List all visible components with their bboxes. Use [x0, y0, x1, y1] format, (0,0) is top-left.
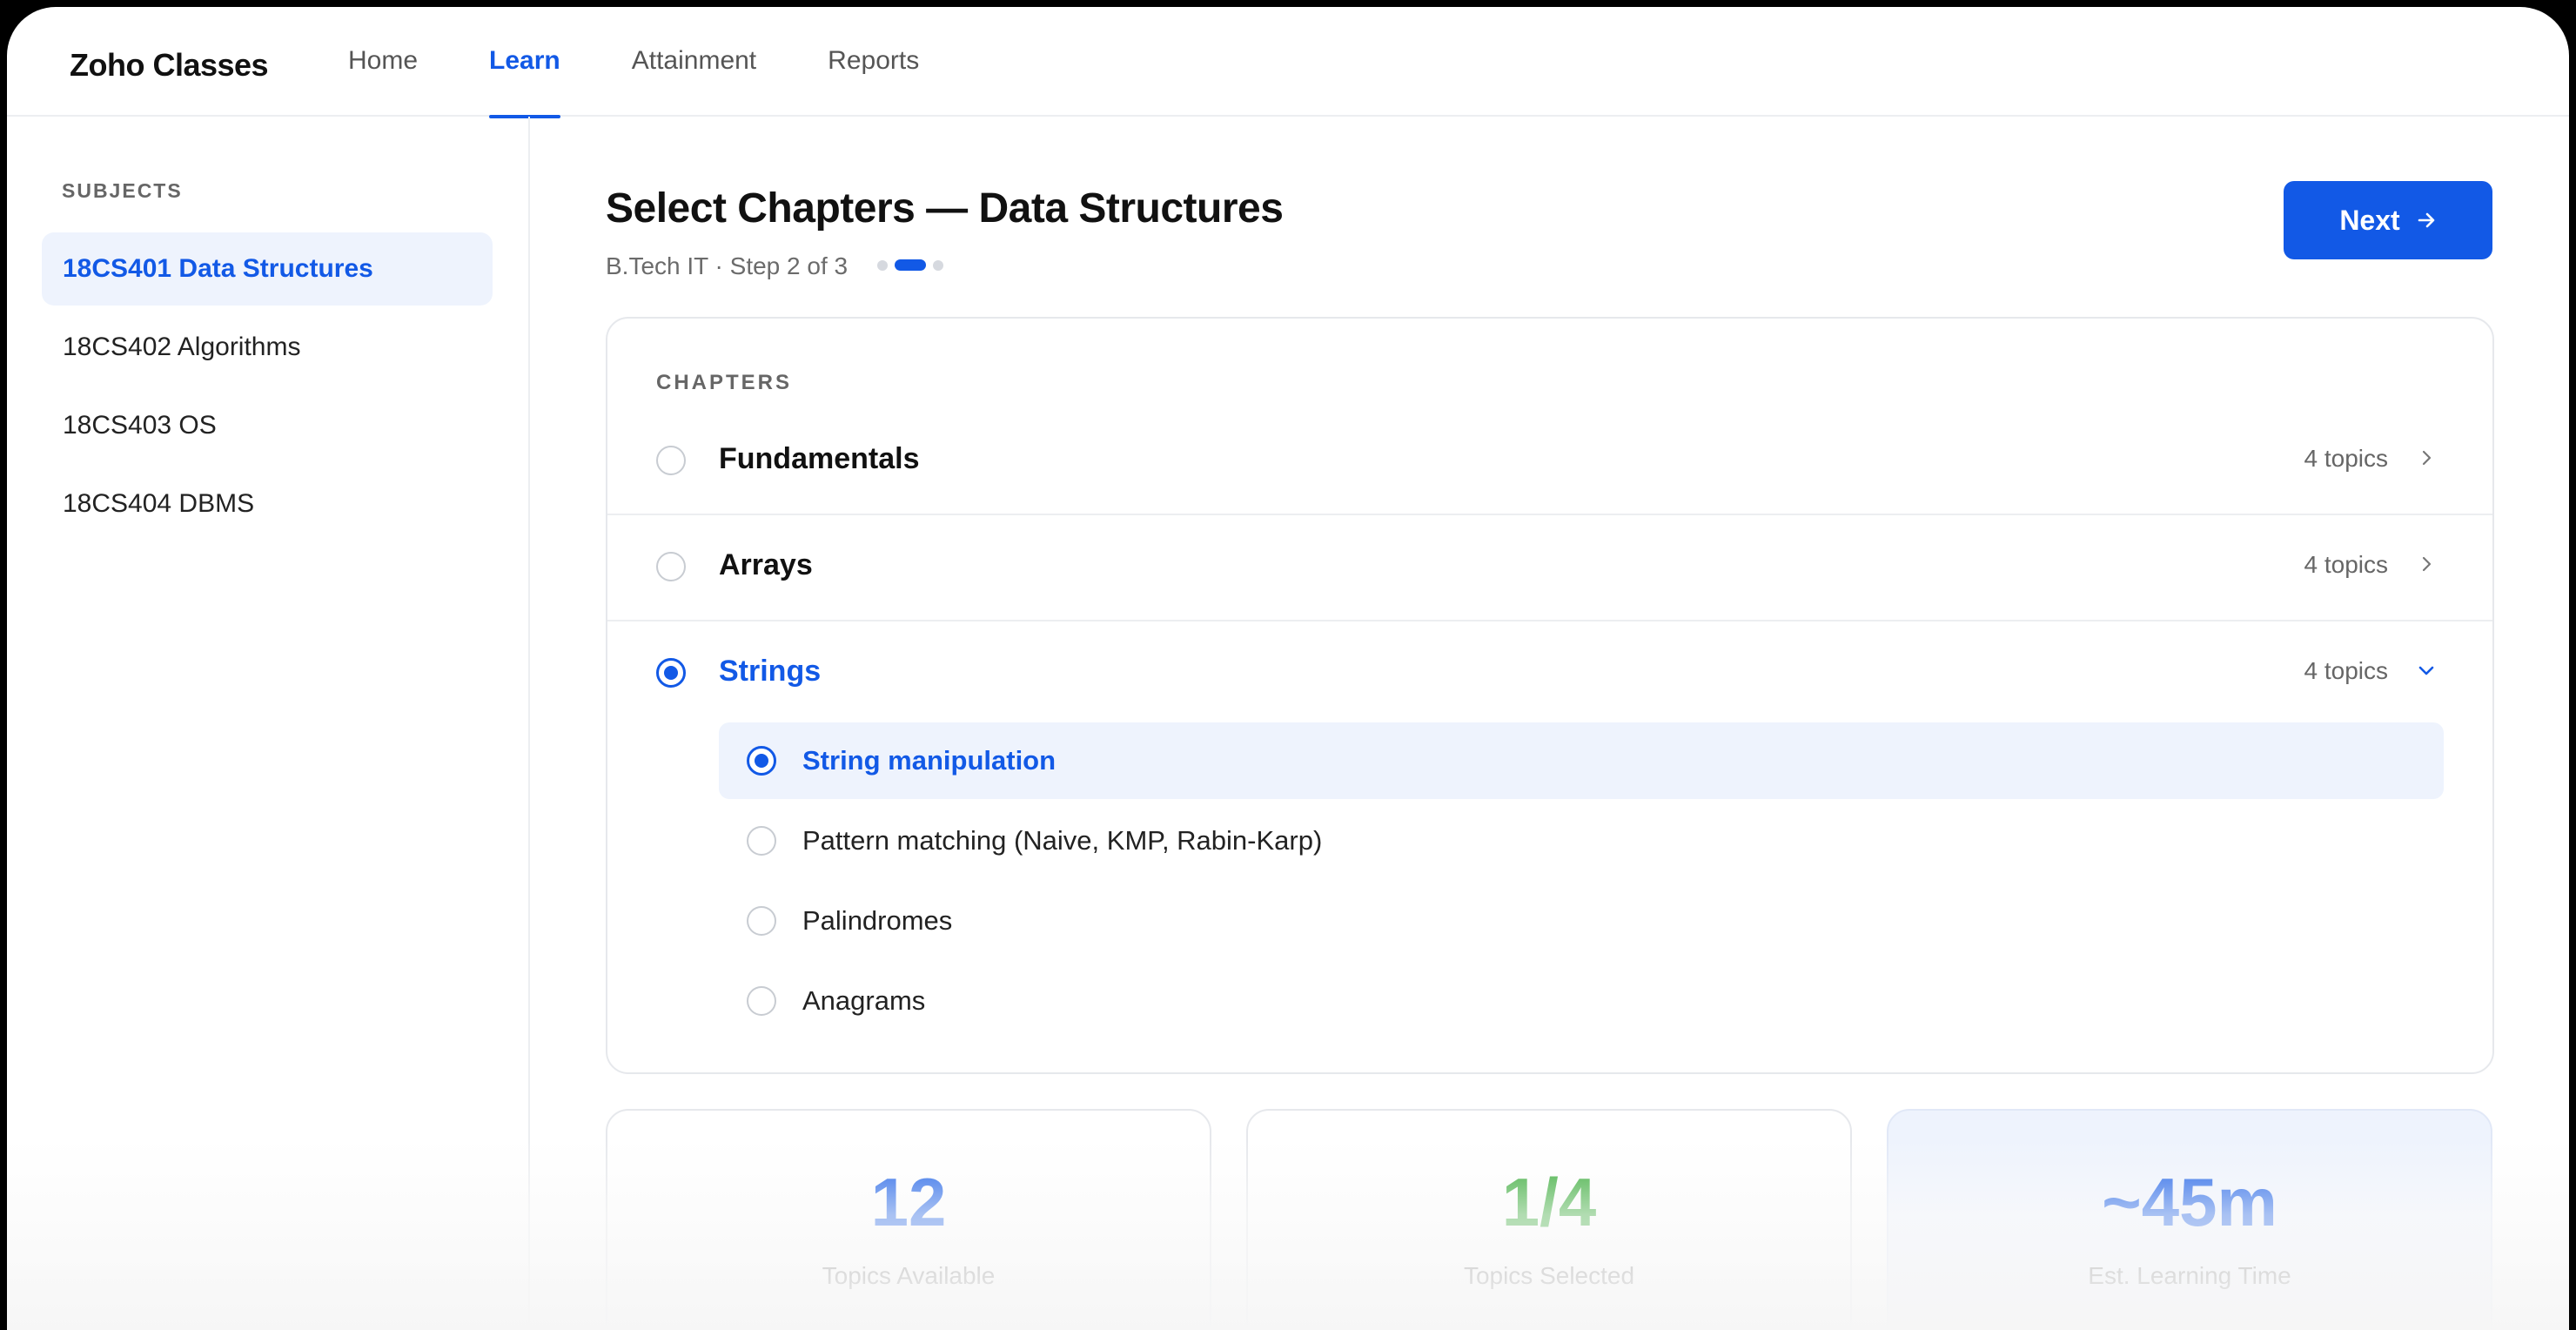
next-button-label: Next — [2339, 204, 2400, 236]
topic-row-palindromes[interactable]: Palindromes — [719, 883, 2444, 959]
topic-radio-selected[interactable] — [747, 746, 776, 776]
subjects-sidebar: SUBJECTS 18CS401 Data Structures 18CS402… — [7, 117, 530, 1330]
arrow-right-icon — [2418, 212, 2434, 228]
stat-label: Est. Learning Time — [2088, 1262, 2291, 1289]
topic-radio[interactable] — [747, 826, 776, 856]
stat-value: 12 — [870, 1164, 947, 1240]
nav-home[interactable]: Home — [348, 7, 418, 117]
topic-label: Palindromes — [802, 905, 953, 936]
nav-learn[interactable]: Learn — [489, 7, 560, 118]
chapter-row-strings[interactable]: Strings 4 topics — [607, 620, 2492, 726]
chapters-heading: CHAPTERS — [656, 371, 793, 394]
stat-card-topics-available: 12 Topics Available — [606, 1109, 1211, 1330]
chapter-row-arrays[interactable]: Arrays 4 topics — [607, 514, 2492, 621]
app-window: Zoho Classes Home Learn Attainment Repor… — [7, 7, 2569, 1330]
sidebar-item-data-structures[interactable]: 18CS401 Data Structures — [42, 232, 493, 306]
chevron-right-icon[interactable] — [2416, 554, 2437, 574]
chapter-label: Fundamentals — [719, 442, 920, 475]
chapter-topic-count: 4 topics — [2304, 657, 2389, 684]
chapter-radio[interactable] — [656, 552, 686, 581]
topic-radio[interactable] — [747, 906, 776, 936]
topic-row-string-manipulation[interactable]: String manipulation — [719, 722, 2444, 799]
page-subtitle: B.Tech IT · Step 2 of 3 — [606, 252, 849, 279]
topic-radio[interactable] — [747, 986, 776, 1016]
nav-links: Home Learn Attainment Reports — [348, 7, 990, 118]
stat-card-learning-time: ~45m Est. Learning Time — [1887, 1109, 2492, 1330]
top-nav: Zoho Classes Home Learn Attainment Repor… — [7, 7, 2569, 118]
stat-card-topics-selected: 1/4 Topics Selected — [1246, 1109, 1852, 1330]
step-dot-1 — [877, 260, 888, 271]
chapter-topic-count: 4 topics — [2304, 551, 2389, 578]
stat-value: ~45m — [2102, 1164, 2277, 1240]
chapter-row-fundamentals[interactable]: Fundamentals 4 topics — [607, 407, 2492, 515]
chevron-down-icon[interactable] — [2416, 660, 2437, 681]
chapters-card: CHAPTERS Fundamentals 4 topics Arrays 4 … — [606, 317, 2494, 1074]
chevron-right-icon[interactable] — [2416, 447, 2437, 468]
page-title: Select Chapters — Data Structures — [606, 185, 1284, 232]
sidebar-item-dbms[interactable]: 18CS404 DBMS — [42, 467, 493, 541]
topic-label: String manipulation — [802, 745, 1057, 776]
step-dot-2-active — [895, 259, 926, 271]
chapter-label: Strings — [719, 655, 822, 688]
chapter-topic-count: 4 topics — [2304, 445, 2389, 472]
topic-label: Anagrams — [802, 985, 926, 1016]
sidebar-heading: SUBJECTS — [62, 179, 183, 202]
stat-label: Topics Selected — [1463, 1262, 1635, 1289]
sidebar-item-algorithms[interactable]: 18CS402 Algorithms — [42, 311, 493, 384]
chapter-label: Arrays — [719, 548, 813, 581]
sidebar-item-os[interactable]: 18CS403 OS — [42, 389, 493, 462]
chapter-radio[interactable] — [656, 446, 686, 475]
next-button[interactable]: Next — [2284, 181, 2492, 259]
topic-label: Pattern matching (Naive, KMP, Rabin-Karp… — [802, 825, 1323, 856]
chapter-radio-selected[interactable] — [656, 658, 686, 688]
step-dot-3 — [933, 260, 943, 271]
stat-value: 1/4 — [1501, 1164, 1597, 1240]
nav-attainment[interactable]: Attainment — [632, 7, 756, 117]
nav-reports[interactable]: Reports — [828, 7, 919, 117]
topic-row-pattern-matching[interactable]: Pattern matching (Naive, KMP, Rabin-Karp… — [719, 803, 2444, 879]
topic-row-anagrams[interactable]: Anagrams — [719, 963, 2444, 1039]
brand-logo: Zoho Classes — [70, 47, 269, 83]
stat-label: Topics Available — [822, 1262, 996, 1289]
